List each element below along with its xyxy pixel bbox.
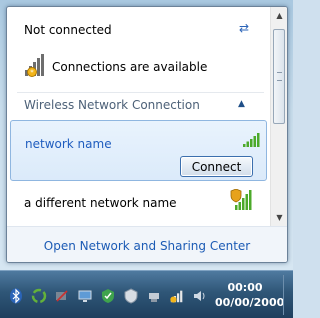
shield-icon[interactable] bbox=[123, 288, 139, 304]
system-tray bbox=[8, 288, 208, 304]
network-flyout: Not connected ⇄ * Connections are availa… bbox=[6, 6, 288, 263]
scrollbar[interactable]: ▲ ▼ bbox=[270, 7, 287, 226]
availability-text: Connections are available bbox=[52, 60, 208, 74]
network-item-selected[interactable]: network name Connect bbox=[10, 120, 267, 181]
clock-date: 00/00/2000 bbox=[215, 296, 285, 309]
network-item[interactable]: a different network name bbox=[10, 183, 267, 223]
bluetooth-icon[interactable] bbox=[8, 288, 24, 304]
recycle-icon[interactable] bbox=[31, 288, 47, 304]
group-label-wireless: Wireless Network Connection bbox=[24, 98, 200, 112]
display-icon[interactable] bbox=[77, 288, 93, 304]
connection-status-title: Not connected bbox=[24, 23, 112, 37]
show-desktop-divider bbox=[283, 275, 284, 315]
connect-button[interactable]: Connect bbox=[180, 156, 253, 177]
flyout-content: Not connected ⇄ * Connections are availa… bbox=[7, 7, 270, 226]
volume-icon[interactable] bbox=[192, 288, 208, 304]
section-divider bbox=[17, 92, 264, 93]
network-name: network name bbox=[25, 137, 112, 151]
speaker-muted-icon[interactable] bbox=[54, 288, 70, 304]
refresh-icon[interactable]: ⇄ bbox=[236, 21, 252, 35]
scroll-down-icon[interactable]: ▼ bbox=[272, 210, 287, 225]
network-warning-icon: * bbox=[24, 53, 46, 81]
availability-row: * Connections are available bbox=[24, 53, 207, 81]
flyout-footer: Open Network and Sharing Center bbox=[7, 226, 287, 262]
network-name: a different network name bbox=[24, 196, 177, 210]
scroll-thumb[interactable] bbox=[273, 29, 285, 124]
clock-time: 00:00 bbox=[227, 281, 263, 294]
usb-icon[interactable] bbox=[146, 288, 162, 304]
signal-strength-icon bbox=[243, 132, 261, 151]
svg-text:*: * bbox=[30, 69, 34, 77]
secured-signal-icon bbox=[230, 188, 254, 215]
network-sharing-center-link[interactable]: Open Network and Sharing Center bbox=[44, 239, 250, 253]
network-warning-icon[interactable] bbox=[169, 288, 185, 304]
security-icon[interactable] bbox=[100, 288, 116, 304]
chevron-up-icon[interactable]: ▲ bbox=[238, 99, 245, 109]
taskbar: 00:00 00/00/2000 bbox=[0, 270, 293, 318]
taskbar-clock[interactable]: 00:00 00/00/2000 bbox=[215, 280, 285, 310]
scroll-up-icon[interactable]: ▲ bbox=[272, 8, 287, 23]
